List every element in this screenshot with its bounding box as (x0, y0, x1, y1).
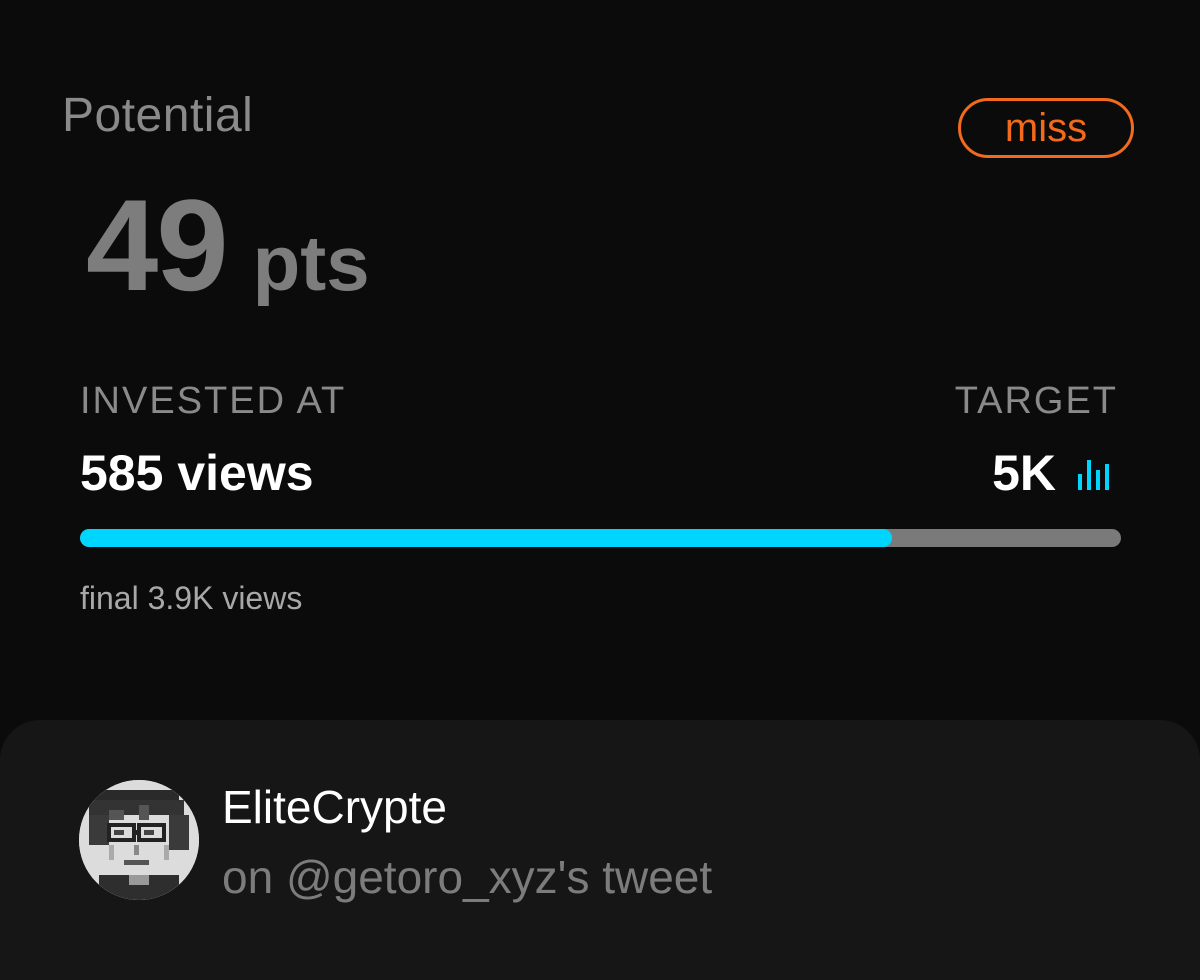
progress-fill (80, 529, 892, 547)
invested-value: 585 views (80, 445, 314, 501)
target-label: TARGET (954, 380, 1118, 422)
status-badge: miss (958, 98, 1134, 158)
progress-bar (80, 529, 1121, 547)
bar-chart-icon (1076, 454, 1114, 492)
pixel-avatar-icon[interactable] (79, 780, 199, 900)
target-value-group: 5K (992, 444, 1114, 502)
username[interactable]: EliteCrypte (222, 780, 447, 834)
invested-label: INVESTED AT (80, 380, 347, 422)
points-display: 49 pts (86, 180, 370, 310)
potential-label: Potential (62, 89, 254, 142)
points-unit: pts (252, 219, 370, 307)
points-value: 49 (86, 172, 229, 318)
target-value: 5K (992, 445, 1056, 501)
tweet-context[interactable]: on @getoro_xyz's tweet (222, 850, 712, 904)
final-views-text: final 3.9K views (80, 580, 303, 616)
